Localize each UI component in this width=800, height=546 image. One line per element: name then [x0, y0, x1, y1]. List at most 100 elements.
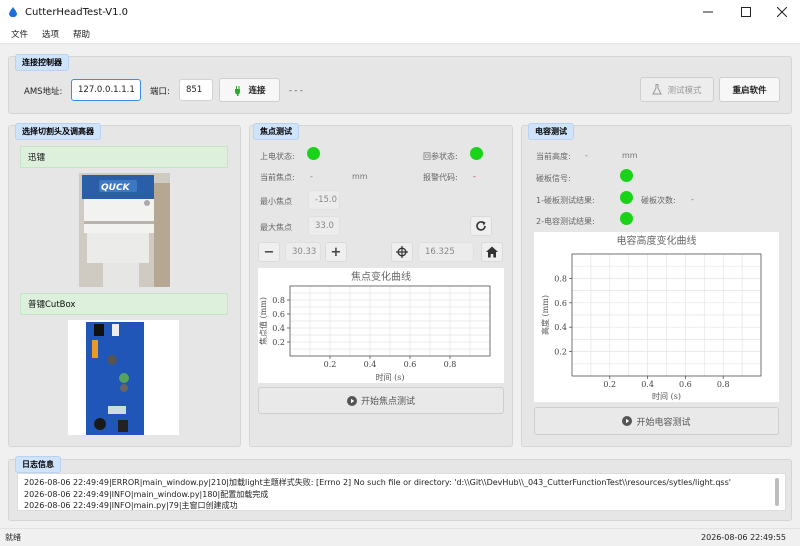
max-focus-input[interactable]: 33.0 [308, 216, 340, 236]
power-state-indicator [307, 147, 320, 160]
alarm-code-value: - [473, 172, 476, 181]
x-tick-label: 0.8 [717, 380, 730, 389]
x-tick-label: 0.6 [679, 380, 692, 389]
selector-section-title: 选择切割头及调高器 [15, 123, 101, 140]
y-tick-label: 0.2 [554, 348, 567, 357]
capacitance-chart: 电容高度变化曲线 0.2 0.4 0.6 0.8 0.2 0.4 0.6 0.8 时间 (s) 高度… [534, 232, 779, 402]
touch-count-label: 碰板次数: [641, 196, 676, 205]
log-line: 2026-08-06 22:49:49|ERROR|main_window.py… [24, 478, 731, 487]
current-focus-value: - [310, 172, 313, 181]
x-axis-label: 时间 (s) [376, 372, 405, 382]
alarm-code-label: 报警代码: [423, 173, 458, 182]
port-label: 端口: [150, 87, 170, 97]
x-tick-label: 0.4 [641, 380, 654, 389]
y-tick-label: 0.6 [272, 310, 285, 319]
play-circle-icon [622, 416, 633, 426]
port-input[interactable]: 851 [179, 79, 213, 101]
max-focus-label: 最大焦点 [260, 223, 292, 232]
restart-label: 重启软件 [732, 85, 767, 96]
y-tick-label: 0.8 [554, 274, 567, 283]
focus-section-title: 焦点测试 [253, 123, 299, 140]
maximize-icon [741, 7, 751, 17]
touch-signal-label: 碰板信号: [536, 174, 571, 183]
target-focus-input[interactable]: 16.325 [418, 242, 474, 262]
y-tick-label: 0.6 [554, 299, 567, 308]
connect-button[interactable]: 连接 [219, 78, 280, 102]
ams-address-input[interactable]: 127.0.0.1.1.1 [71, 79, 141, 101]
x-tick-label: 0.8 [444, 360, 457, 369]
current-focus-label: 当前焦点: [260, 173, 295, 182]
power-state-label: 上电状态: [260, 152, 295, 161]
home-icon [486, 246, 498, 258]
log-line: 2026-08-06 22:49:49|INFO|main_window.py|… [24, 489, 269, 499]
x-tick-label: 0.6 [404, 360, 417, 369]
cutter-head-name: 迅镭 [28, 153, 46, 163]
ams-label: AMS地址: [24, 87, 63, 97]
connection-status-text: - - - [289, 86, 303, 95]
cap-test-result-label: 2-电容测试结果: [536, 217, 595, 226]
cutter-head-option[interactable]: 迅镭 [20, 146, 228, 168]
current-height-unit: mm [622, 151, 638, 160]
cap-test-result-indicator [620, 212, 633, 225]
min-focus-input[interactable]: -15.0 [308, 190, 340, 210]
status-text: 就绪 [5, 533, 21, 542]
test-mode-button[interactable]: 测试模式 [640, 77, 714, 102]
current-height-label: 当前高度: [536, 152, 571, 161]
touch-test-result-indicator [620, 191, 633, 204]
focus-chart: 焦点变化曲线 0.2 0.4 0.6 0.8 0.2 0.4 0.6 0.8 时间 (s) 焦点值 … [258, 268, 504, 383]
controller-option[interactable]: 普镭CutBox [20, 293, 228, 315]
close-button[interactable] [764, 0, 800, 24]
menu-file[interactable]: 文件 [4, 28, 35, 40]
y-tick-label: 0.2 [272, 338, 285, 347]
crosshair-icon [396, 246, 408, 258]
start-capacitance-test-button[interactable]: 开始电容测试 [534, 407, 779, 435]
touch-test-result-label: 1-碰板测试结果: [536, 196, 595, 205]
flask-icon [652, 84, 663, 95]
log-scrollbar[interactable] [775, 478, 779, 506]
x-axis-label: 时间 (s) [652, 391, 681, 401]
current-focus-unit: mm [352, 172, 368, 181]
current-height-value: - [585, 151, 588, 160]
decrease-focus-button[interactable]: − [258, 242, 280, 262]
log-section-title: 日志信息 [15, 456, 61, 473]
x-tick-label: 0.4 [364, 360, 377, 369]
touch-signal-indicator [620, 169, 633, 182]
log-output[interactable]: 2026-08-06 22:49:49|ERROR|main_window.py… [17, 473, 786, 511]
plug-icon [235, 85, 241, 96]
cutter-head-image: QUCK [79, 173, 170, 287]
x-tick-label: 0.2 [324, 360, 337, 369]
increase-focus-button[interactable]: + [325, 242, 347, 262]
y-axis-label: 焦点值 (mm) [258, 297, 268, 345]
y-axis-label: 高度 (mm) [540, 295, 550, 335]
home-state-label: 回参状态: [423, 152, 458, 161]
start-capacitance-test-label: 开始电容测试 [636, 417, 691, 428]
focus-step-input[interactable]: 30.33 [285, 242, 321, 262]
menu-help[interactable]: 帮助 [66, 28, 97, 40]
connection-section-title: 连接控制器 [15, 54, 69, 71]
plus-icon: + [330, 244, 342, 260]
minimize-button[interactable] [690, 0, 726, 24]
menu-bar: 文件 选项 帮助 [0, 24, 800, 44]
locate-button[interactable] [391, 242, 413, 262]
app-drop-icon [9, 7, 17, 17]
start-focus-test-button[interactable]: 开始焦点测试 [258, 387, 504, 414]
status-time: 2026-08-06 22:49:55 [701, 533, 786, 542]
x-tick-label: 0.2 [603, 380, 616, 389]
y-tick-label: 0.8 [272, 296, 285, 305]
controller-name: 普镭CutBox [28, 300, 76, 310]
capacitance-section-title: 电容测试 [528, 123, 574, 140]
home-state-indicator [470, 147, 483, 160]
maximize-button[interactable] [728, 0, 764, 24]
log-line: 2026-08-06 22:49:49|INFO|main.py|79|主窗口创… [24, 501, 238, 510]
test-mode-label: 测试模式 [667, 85, 702, 96]
minus-icon: − [263, 244, 275, 260]
svg-text:QUCK: QUCK [101, 183, 131, 193]
restart-button[interactable]: 重启软件 [719, 77, 780, 102]
menu-options[interactable]: 选项 [35, 28, 66, 40]
status-bar: 就绪 2026-08-06 22:49:55 [0, 528, 800, 546]
chart-title: 焦点变化曲线 [351, 270, 411, 283]
refresh-button[interactable] [470, 216, 492, 236]
controller-image [68, 320, 179, 435]
home-button[interactable] [481, 242, 503, 262]
title-bar: CutterHeadTest-V1.0 [0, 0, 800, 24]
